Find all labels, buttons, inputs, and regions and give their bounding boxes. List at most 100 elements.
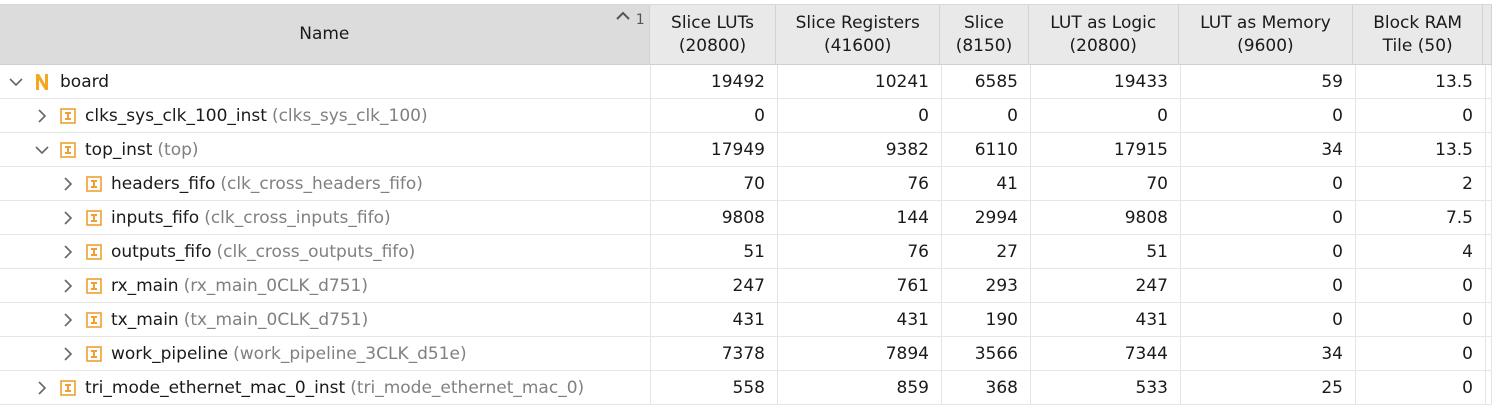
cell-slice-luts: 0	[651, 99, 778, 132]
header-label-line1: Slice	[963, 12, 1004, 33]
cell-lut-as-logic: 247	[1031, 269, 1181, 302]
module-name: (tx_main_0CLK_d751)	[183, 309, 369, 330]
cell-lut-as-memory: 0	[1181, 235, 1356, 268]
cell-lut-as-memory: 0	[1181, 269, 1356, 302]
table-row[interactable]: clks_sys_clk_100_inst (clks_sys_clk_100) 0…	[0, 99, 1492, 133]
cell-slice-registers: 761	[778, 269, 942, 302]
cell-overflow	[1486, 371, 1492, 404]
instance-name: tri_mode_ethernet_mac_0_inst	[85, 377, 346, 398]
instance-name: inputs_fifo	[111, 207, 200, 228]
module-name: (rx_main_0CLK_d751)	[183, 275, 368, 296]
instance-name: work_pipeline	[111, 343, 229, 364]
column-header-block-ram-tile[interactable]: Block RAM Tile (50)	[1353, 5, 1483, 64]
chevron-right-icon[interactable]	[60, 210, 76, 226]
cell-slice-luts: 247	[651, 269, 778, 302]
module-icon	[86, 345, 102, 362]
cell-lut-as-logic: 19433	[1031, 65, 1181, 98]
cell-slice: 2994	[942, 201, 1031, 234]
chevron-right-icon[interactable]	[60, 278, 76, 294]
cell-slice-luts: 558	[651, 371, 778, 404]
cell-overflow	[1486, 99, 1492, 132]
module-icon	[60, 141, 76, 158]
header-label-line2: (9600)	[1237, 35, 1294, 56]
column-header-name[interactable]: Name 1	[0, 5, 650, 64]
header-label-line1: LUT as Memory	[1200, 12, 1331, 33]
cell-slice-registers: 10241	[778, 65, 942, 98]
column-header-overflow	[1483, 5, 1492, 64]
cell-lut-as-memory: 25	[1181, 371, 1356, 404]
cell-slice-registers: 0	[778, 99, 942, 132]
module-name: (top)	[157, 139, 199, 160]
module-icon	[86, 175, 102, 192]
chevron-right-icon[interactable]	[60, 346, 76, 362]
column-header-slice[interactable]: Slice (8150)	[940, 5, 1029, 64]
name-cell: board	[0, 65, 651, 98]
chevron-right-icon[interactable]	[60, 244, 76, 260]
cell-slice-luts: 70	[651, 167, 778, 200]
table-row[interactable]: rx_main (rx_main_0CLK_d751) 247 761 293 247 0 0	[0, 269, 1492, 303]
header-label-line2: (20800)	[678, 35, 747, 56]
cell-slice-registers: 7894	[778, 337, 942, 370]
name-cell: rx_main (rx_main_0CLK_d751)	[0, 269, 651, 302]
cell-slice-registers: 431	[778, 303, 942, 336]
cell-slice: 41	[942, 167, 1031, 200]
cell-slice-luts: 7378	[651, 337, 778, 370]
column-header-slice-registers[interactable]: Slice Registers (41600)	[776, 5, 941, 64]
module-name: (clk_cross_inputs_fifo)	[204, 207, 391, 228]
cell-overflow	[1486, 337, 1492, 370]
cell-slice: 3566	[942, 337, 1031, 370]
cell-block-ram-tile: 0	[1356, 303, 1486, 336]
cell-block-ram-tile: 4	[1356, 235, 1486, 268]
cell-slice-luts: 431	[651, 303, 778, 336]
table-row[interactable]: top_inst (top) 17949 9382 6110 17915 34 13.5	[0, 133, 1492, 167]
cell-slice-registers: 76	[778, 235, 942, 268]
table-body: board 19492 10241 6585 19433 59 13.5 clks_sys_c…	[0, 65, 1492, 405]
cell-overflow	[1486, 133, 1492, 166]
cell-lut-as-logic: 7344	[1031, 337, 1181, 370]
utilization-hierarchy-table: Name 1 Slice LUTs (20800) Slice Registers…	[0, 4, 1492, 405]
sort-ascending-icon	[616, 11, 630, 20]
cell-slice: 27	[942, 235, 1031, 268]
chevron-down-icon[interactable]	[34, 142, 50, 158]
cell-slice: 190	[942, 303, 1031, 336]
module-name: (work_pipeline_3CLK_d51e)	[233, 343, 467, 364]
cell-block-ram-tile: 2	[1356, 167, 1486, 200]
cell-lut-as-logic: 9808	[1031, 201, 1181, 234]
table-row[interactable]: headers_fifo (clk_cross_headers_fifo) 70 76…	[0, 167, 1492, 201]
module-name: (clk_cross_outputs_fifo)	[216, 241, 416, 262]
chevron-down-icon[interactable]	[8, 74, 24, 90]
chevron-right-icon[interactable]	[34, 380, 50, 396]
netlist-n-icon	[34, 73, 50, 91]
table-row[interactable]: work_pipeline (work_pipeline_3CLK_d51e) 73…	[0, 337, 1492, 371]
column-header-lut-as-memory[interactable]: LUT as Memory (9600)	[1179, 5, 1354, 64]
sort-indicator: 1	[616, 9, 645, 32]
cell-lut-as-memory: 0	[1181, 99, 1356, 132]
chevron-right-icon[interactable]	[34, 108, 50, 124]
chevron-right-icon[interactable]	[60, 176, 76, 192]
cell-overflow	[1486, 303, 1492, 336]
name-cell: outputs_fifo (clk_cross_outputs_fifo)	[0, 235, 651, 268]
cell-lut-as-memory: 34	[1181, 133, 1356, 166]
name-cell: tx_main (tx_main_0CLK_d751)	[0, 303, 651, 336]
chevron-right-icon[interactable]	[60, 312, 76, 328]
column-header-lut-as-logic[interactable]: LUT as Logic (20800)	[1029, 5, 1179, 64]
table-row[interactable]: tri_mode_ethernet_mac_0_inst (tri_mode_et…	[0, 371, 1492, 405]
table-row[interactable]: tx_main (tx_main_0CLK_d751) 431 431 190 431 0 0	[0, 303, 1492, 337]
table-row[interactable]: inputs_fifo (clk_cross_inputs_fifo) 9808 14…	[0, 201, 1492, 235]
sort-index: 1	[635, 12, 645, 28]
module-icon	[86, 209, 102, 226]
table-row[interactable]: outputs_fifo (clk_cross_outputs_fifo) 51 76…	[0, 235, 1492, 269]
header-label-line1: LUT as Logic	[1050, 12, 1157, 33]
name-cell: headers_fifo (clk_cross_headers_fifo)	[0, 167, 651, 200]
header-label-line2: Tile (50)	[1382, 35, 1453, 56]
header-label-line2: (8150)	[955, 35, 1013, 56]
instance-name: tx_main	[111, 309, 179, 330]
header-label-line1: Block RAM	[1373, 12, 1463, 33]
cell-lut-as-memory: 0	[1181, 167, 1356, 200]
column-header-slice-luts[interactable]: Slice LUTs (20800)	[650, 5, 777, 64]
cell-block-ram-tile: 7.5	[1356, 201, 1486, 234]
cell-lut-as-memory: 59	[1181, 65, 1356, 98]
instance-name: headers_fifo	[111, 173, 216, 194]
table-row[interactable]: board 19492 10241 6585 19433 59 13.5	[0, 65, 1492, 99]
module-name: (clks_sys_clk_100)	[271, 105, 428, 126]
